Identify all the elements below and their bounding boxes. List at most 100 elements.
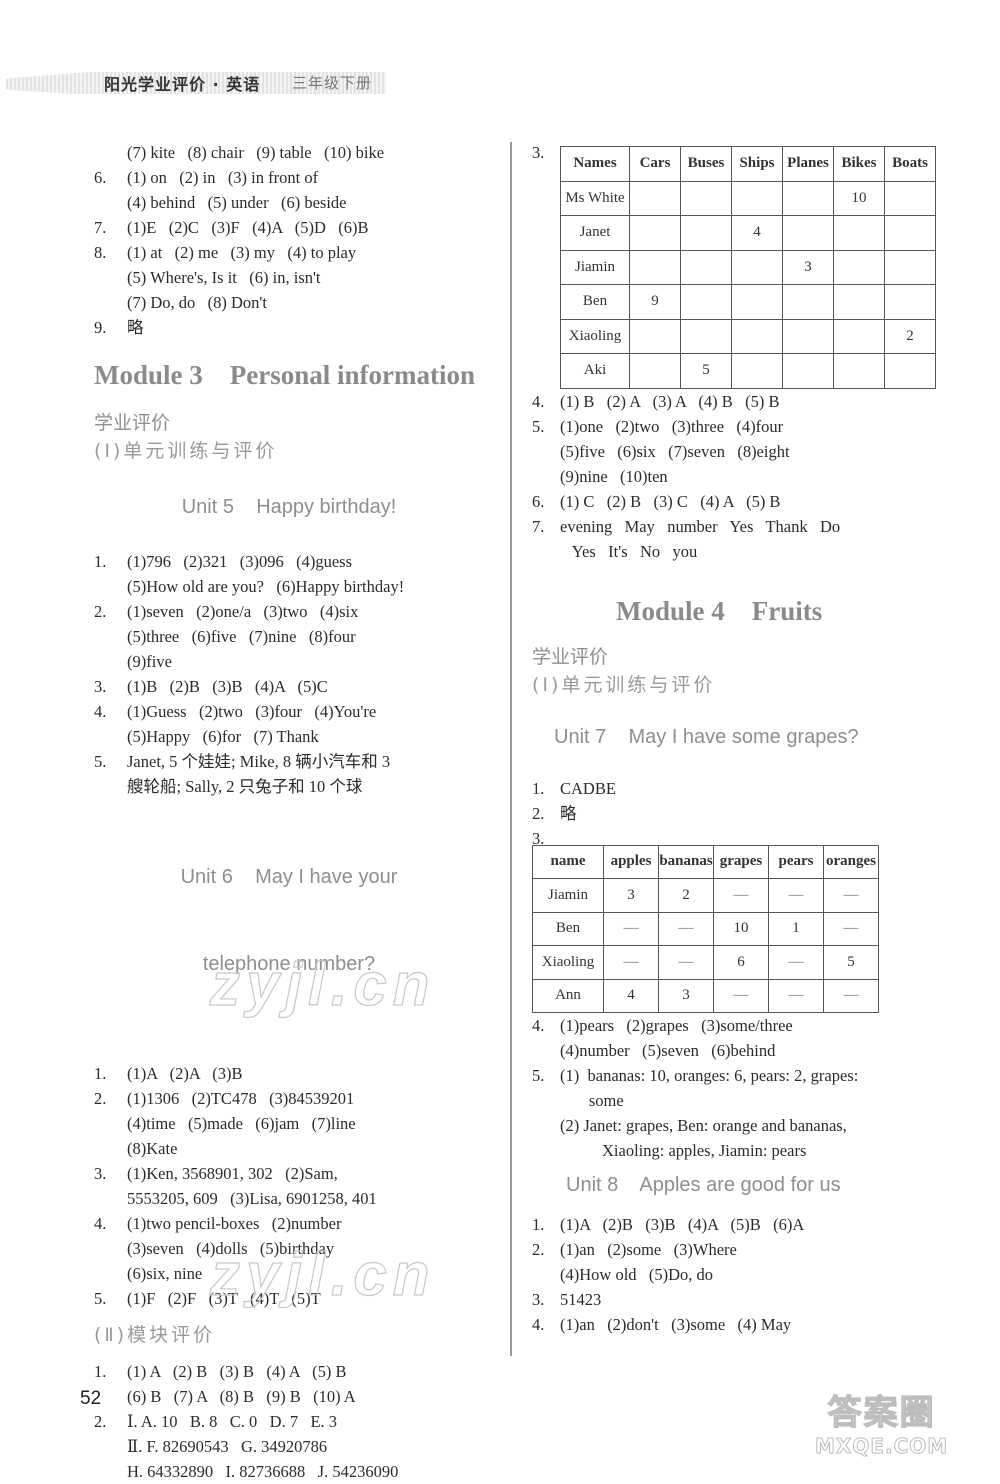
row-name-cell: Ann [532, 978, 604, 1013]
answer-line: 艘轮船; Sally, 2 只兔子和 10 个球 [127, 777, 363, 796]
table-cell [680, 249, 732, 285]
unit-7-answers: 1. CADBE 2. 略 3. name apples bananas grapes pe… [532, 776, 952, 1164]
answer-line: (7) kite (8) chair (9) table (10) bike [127, 143, 385, 162]
table-cell [833, 284, 885, 320]
answer-line: 1. (1)A (2)A (3)B [94, 1064, 243, 1083]
column-header: pears [768, 844, 824, 879]
answer-line: 2. (1)an (2)some (3)Where [532, 1240, 737, 1259]
table-cell: 10 [713, 911, 769, 946]
table-cell [884, 353, 936, 389]
column-header: grapes [713, 844, 769, 879]
answer-line: 1. (1)796 (2)321 (3)096 (4)guess [94, 552, 352, 571]
row-name-cell: Ben [532, 911, 604, 946]
watermark-logo-text: 答案圈 [827, 1392, 936, 1433]
table-row: Xiaoling 2 [560, 318, 936, 354]
table-cell: — [823, 878, 879, 913]
left-column: (7) kite (8) chair (9) table (10) bike 6… [94, 140, 494, 1484]
answer-line: (4)time (5)made (6)jam (7)line [127, 1114, 356, 1133]
answer-line: (4)number (5)seven (6)behind [560, 1041, 776, 1060]
answer-line: 4. (1)pears (2)grapes (3)some/three [532, 1016, 793, 1035]
table-cell [731, 353, 783, 389]
footer-watermark: 答案圈 MXQE.COM [814, 1385, 949, 1459]
table-cell: — [713, 978, 769, 1013]
column-header: Names [560, 146, 630, 182]
table-cell [833, 249, 885, 285]
table-cell [680, 284, 732, 320]
page-number: 52 [80, 1388, 102, 1409]
module-eval-answers: 1. (1) A (2) B (3) B (4) A (5) B (6) B (7… [94, 1359, 494, 1484]
answer-line: (5)five (6)six (7)seven (8)eight [560, 441, 790, 461]
book-title: 阳光学业评价 · 英语 [104, 75, 261, 94]
table-cell [731, 249, 783, 285]
row-name-cell: Janet [560, 215, 630, 251]
table-cell [782, 180, 834, 216]
answer-line: Ⅱ. F. 82690543 G. 34920786 [127, 1437, 328, 1456]
table-row: Xiaoling — —6—5 [532, 945, 879, 980]
answer-line: (5)three (6)five (7)nine (8)four [127, 627, 356, 646]
answer-line: 2. (1)1306 (2)TC478 (3)84539201 [94, 1089, 355, 1108]
table-row: Janet 4 [560, 215, 936, 251]
pre-items: (7) kite (8) chair (9) table (10) bike 6… [94, 140, 494, 340]
table-cell [782, 318, 834, 354]
table-cell: 5 [823, 945, 879, 980]
table-row: Ben — —10 1— [532, 911, 879, 946]
table-cell: — [713, 878, 769, 913]
row-name-cell: Aki [560, 353, 630, 389]
table-cell: 9 [629, 284, 681, 320]
column-header: Ships [731, 146, 783, 182]
table-cell [884, 215, 936, 251]
answer-line: (9)five [127, 652, 172, 671]
column-divider [510, 142, 512, 1356]
answer-line: 3. 51423 [532, 1290, 602, 1309]
subsection-heading: (Ⅰ)单元训练与评价 [532, 673, 716, 696]
answer-line: (5)How old are you? (6)Happy birthday! [127, 577, 405, 596]
section-heading: 学业评价 [94, 412, 171, 434]
table-body: Jiamin 3 2— — — Ben — —10 1— Xiaoling — —6—5 Ann 4 3— —… [532, 878, 879, 1013]
answer-line: 9. 略 [94, 318, 144, 337]
table-cell: — [603, 911, 659, 946]
answer-line: 1. (1)A (2)B (3)B (4)A (5)B (6)A [532, 1215, 805, 1234]
column-header: Cars [629, 146, 681, 182]
table-row: Ms White 10 [560, 180, 936, 216]
answer-line: 2. Ⅰ. A. 10 B. 8 C. 0 D. 7 E. 3 [94, 1412, 338, 1431]
answer-line: some [560, 1091, 624, 1110]
table-cell [680, 180, 732, 216]
table-cell: 1 [768, 911, 824, 946]
answer-line: 2. (1)seven (2)one/a (3)two (4)six [94, 602, 359, 621]
answer-line: 5. Janet, 5 个娃娃; Mike, 8 辆小汽车和 3 [94, 752, 391, 771]
vehicles-table: Names Cars Buses Ships Planes Bikes Boats Ms W… [560, 146, 936, 389]
table-cell [629, 180, 681, 216]
answer-line: (3)seven (4)dolls (5)birthday [127, 1239, 335, 1258]
table-cell: — [768, 945, 824, 980]
row-name-cell: Ms White [560, 180, 630, 216]
table-row: Jiamin 3 [560, 249, 936, 285]
right-column: 3. Names Cars Buses Ships Planes Bikes Boats M… [532, 140, 952, 1337]
table-cell: — [658, 945, 714, 980]
answer-line: 6. (1) on (2) in (3) in front of [94, 168, 319, 187]
unit-6-answers: 1. (1)A (2)A (3)B 2. (1)1306 (2)TC478 (3)8… [94, 1061, 494, 1311]
answer-line: 5. (1)one (2)two (3)three (4)four [532, 416, 784, 436]
table-cell: 4 [603, 978, 659, 1013]
row-name-cell: Jiamin [532, 878, 604, 913]
table-cell [833, 215, 885, 251]
answer-line: (8)Kate [127, 1139, 178, 1158]
table-cell [884, 284, 936, 320]
answer-line: 5553205, 609 (3)Lisa, 6901258, 401 [127, 1189, 377, 1208]
table-cell: — [768, 878, 824, 913]
module-3-title: Module 3 Personal information [94, 360, 475, 390]
answer-line: 7. (1)E (2)C (3)F (4)A (5)D (6)B [94, 218, 369, 237]
table-cell: 10 [833, 180, 885, 216]
post-table-answers: 4. (1) B (2) A (3) A (4) B (5) B 5. (1)one… [532, 389, 952, 564]
table-cell: 3 [658, 978, 714, 1013]
table-cell [782, 353, 834, 389]
table-cell [629, 249, 681, 285]
unit-5-answers: 1. (1)796 (2)321 (3)096 (4)guess (5)How o… [94, 549, 494, 799]
page-header: 阳光学业评价 · 英语 三年级下册 [0, 66, 420, 102]
column-header: Buses [680, 146, 732, 182]
table-cell: 3 [603, 878, 659, 913]
answer-line: (5)Happy (6)for (7) Thank [127, 727, 319, 746]
table-row: Aki 5 [560, 353, 936, 389]
table-cell [731, 284, 783, 320]
watermark-url: MXQE.COM [814, 1434, 949, 1459]
table-cell [833, 318, 885, 354]
